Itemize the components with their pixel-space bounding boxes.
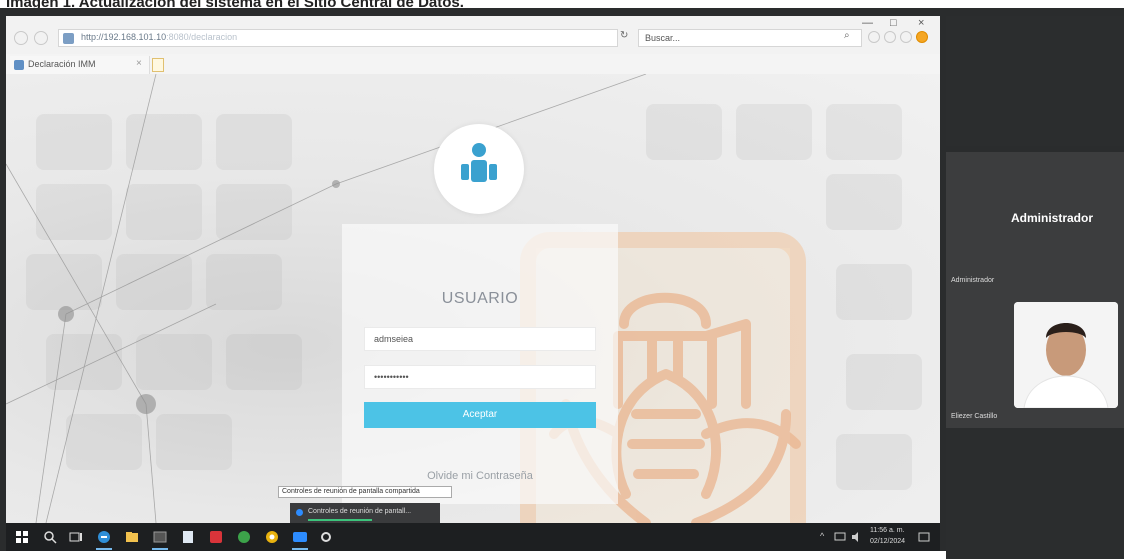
back-button[interactable]	[14, 31, 28, 45]
windows-start-icon[interactable]	[14, 529, 30, 545]
username-value: admseiea	[374, 334, 414, 344]
user-group-icon	[461, 143, 497, 182]
share-tooltip: Controles de reunión de pantalla compart…	[278, 486, 452, 498]
host-name: Administrador	[1011, 211, 1094, 225]
tab-label: Declaración IMM	[28, 59, 96, 69]
user-logo	[434, 124, 524, 214]
share-controls-label: Controles de reunión de pantall...	[308, 508, 412, 515]
screen: http://192.168.101.10:8080/declaracion ↻…	[0, 8, 1124, 559]
search-icon[interactable]: ⌕	[844, 30, 850, 41]
home-icon[interactable]	[868, 31, 880, 43]
participant-label: Eliezer Castillo	[951, 413, 998, 420]
zoom-icon	[296, 509, 303, 516]
forgot-password-link[interactable]: Olvide mi Contraseña	[342, 470, 618, 482]
minimize-button[interactable]: —	[862, 17, 873, 29]
clock-date[interactable]: 02/12/2024	[870, 538, 905, 545]
refresh-icon[interactable]: ↻	[620, 30, 628, 41]
login-page: USUARIO admseiea ••••••••••• Aceptar Olv…	[6, 74, 940, 523]
tools-icon[interactable]	[900, 31, 912, 43]
active-app-indicator	[292, 548, 308, 550]
maximize-button[interactable]: □	[890, 17, 897, 29]
clock-time[interactable]: 11:56 a. m.	[870, 527, 905, 534]
tab-declaracion[interactable]: Declaración IMM ×	[10, 56, 150, 74]
password-field[interactable]: •••••••••••	[364, 365, 596, 389]
browser-window: http://192.168.101.10:8080/declaracion ↻…	[6, 16, 940, 523]
tab-favicon-icon	[14, 60, 24, 70]
username-field[interactable]: admseiea	[364, 327, 596, 351]
active-app-indicator	[152, 548, 168, 550]
share-status-bar	[308, 519, 372, 521]
avatar	[1014, 302, 1118, 408]
volume-icon[interactable]	[850, 531, 862, 543]
red-app-icon[interactable]	[208, 529, 224, 545]
close-window-button[interactable]: ×	[918, 17, 924, 29]
chevron-up-icon[interactable]: ^	[820, 531, 824, 541]
login-heading: USUARIO	[441, 290, 519, 307]
active-app-indicator	[96, 548, 112, 550]
host-label: Administrador	[951, 277, 995, 284]
new-tab-button[interactable]	[152, 58, 164, 72]
task-view-icon[interactable]	[68, 529, 84, 545]
notification-icon[interactable]	[918, 531, 930, 543]
search-input[interactable]: Buscar...	[638, 29, 862, 47]
taskbar: ^ 11:56 a. m. 02/12/2024	[6, 523, 940, 551]
meeting-panel-bottom	[946, 428, 1124, 559]
terminal-icon[interactable]	[152, 529, 168, 545]
smiley-icon[interactable]	[916, 31, 928, 43]
file-explorer-icon[interactable]	[124, 529, 140, 545]
tab-close-icon[interactable]: ×	[136, 58, 142, 69]
green-app-icon[interactable]	[236, 529, 252, 545]
chrome-icon[interactable]	[264, 529, 280, 545]
screen-share-controls[interactable]: Controles de reunión de pantall...	[290, 503, 440, 523]
zoom-icon[interactable]	[292, 529, 308, 545]
settings-icon[interactable]	[318, 529, 334, 545]
password-value: •••••••••••	[374, 372, 409, 382]
network-icon[interactable]	[834, 531, 846, 543]
submit-button-label: Aceptar	[462, 409, 498, 420]
address-bar[interactable]: http://192.168.101.10:8080/declaracion	[58, 29, 618, 47]
forward-button[interactable]	[34, 31, 48, 45]
submit-button[interactable]: Aceptar	[364, 402, 596, 428]
site-favicon-icon	[63, 33, 74, 44]
search-icon[interactable]	[42, 529, 58, 545]
edge-icon[interactable]	[96, 529, 112, 545]
url-path: :8080/declaracion	[166, 32, 238, 42]
participant-video[interactable]	[1014, 302, 1118, 408]
login-card: USUARIO admseiea ••••••••••• Aceptar Olv…	[342, 224, 618, 504]
favorites-icon[interactable]	[884, 31, 896, 43]
url-text: http://192.168.101.10	[81, 32, 167, 42]
search-placeholder: Buscar...	[645, 33, 681, 43]
browser-titlebar: http://192.168.101.10:8080/declaracion ↻…	[6, 16, 940, 54]
meeting-panel-top	[946, 16, 1124, 146]
document-app-icon[interactable]	[180, 529, 196, 545]
